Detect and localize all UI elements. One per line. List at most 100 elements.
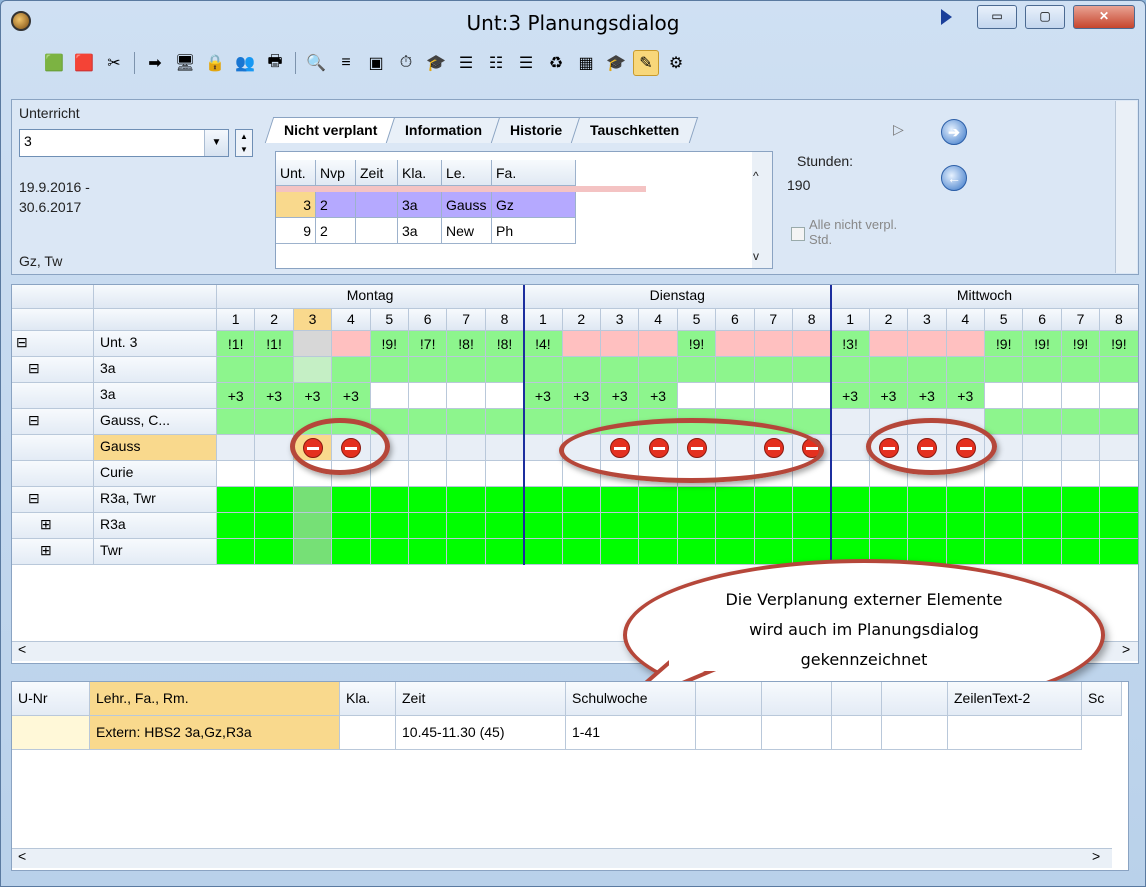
row-label-3a[interactable]: 3a [94,357,217,383]
row-label-r3a-twr[interactable]: R3a, Twr [94,487,217,513]
timetable-cell[interactable]: +3 [217,383,256,409]
timetable-cell[interactable] [524,513,563,539]
timetable-cell[interactable] [1100,383,1138,409]
timetable-cell[interactable] [524,487,563,513]
timetable-cell[interactable] [409,383,448,409]
lesson-combo[interactable]: 3 ▼ [19,129,229,157]
timetable-cell[interactable] [793,357,832,383]
timetable-cell[interactable] [793,383,832,409]
timetable-cell[interactable]: !8! [447,331,486,357]
assign-icon[interactable]: 🖥 [172,50,198,76]
timetable-cell[interactable] [1100,461,1138,487]
scroll-right-icon[interactable]: > [1092,848,1100,864]
timetable-cell[interactable] [1100,435,1138,461]
timetable-cell[interactable] [639,513,678,539]
timetable-cell[interactable] [485,409,525,435]
play-icon[interactable] [941,9,952,25]
timetable-cell[interactable] [946,539,985,565]
period-header[interactable]: 1 [831,309,870,331]
timetable-cell[interactable] [716,331,755,357]
timetable-cell[interactable]: !1! [255,331,294,357]
next-nav-icon[interactable]: ➔ [941,119,967,145]
tab-information[interactable]: Information [386,117,502,143]
timetable-cell[interactable] [293,357,333,383]
timetable-cell[interactable]: +3 [562,383,601,409]
timetable-cell[interactable] [409,461,448,487]
period-header[interactable]: 5 [985,309,1024,331]
timetable-cell[interactable] [217,487,256,513]
timetable-cell[interactable] [985,357,1024,383]
timetable-cell[interactable] [255,513,294,539]
timetable-cell[interactable] [1023,357,1062,383]
timetable-cell[interactable] [447,435,486,461]
timetable-cell[interactable]: !9! [985,331,1024,357]
timetable-cell[interactable] [985,513,1024,539]
timetable-cell[interactable] [985,383,1024,409]
timetable-cell[interactable] [601,357,640,383]
period-header[interactable]: 2 [255,309,294,331]
timetable-cell[interactable] [754,383,793,409]
timetable-cell[interactable] [562,331,601,357]
timetable-cell[interactable] [1061,383,1101,409]
period-header[interactable]: 4 [946,309,985,331]
teachers-icon[interactable]: 👥 [232,50,258,76]
timetable-cell[interactable] [754,357,793,383]
timetable-cell[interactable] [370,383,409,409]
timetable-cell[interactable] [332,539,371,565]
timetable-cell[interactable] [524,539,563,565]
row-expander-1[interactable]: ⊟ [12,357,94,383]
maximize-button[interactable]: ▢ [1025,5,1065,29]
timetable-cell[interactable]: !8! [485,331,525,357]
timetable-cell[interactable] [1061,539,1101,565]
timetable-cell[interactable] [485,357,525,383]
details-cell[interactable]: 1-41 [566,716,696,750]
period-header[interactable]: 5 [370,309,409,331]
details-cell[interactable] [696,716,762,750]
timetable-cell[interactable] [447,461,486,487]
timetable-cell[interactable] [716,487,755,513]
timetable-cell[interactable] [831,435,870,461]
timetable-cell[interactable] [524,409,563,435]
timetable-cell[interactable] [485,539,525,565]
timetable-cell[interactable] [447,409,486,435]
search-icon[interactable]: 🔍 [303,50,329,76]
class-remove-icon[interactable]: ☰ [453,50,479,76]
timetable-cell[interactable] [869,487,909,513]
period-header[interactable]: 6 [409,309,448,331]
timetable-cell[interactable] [793,331,832,357]
timetable-cell[interactable]: +3 [639,383,678,409]
period-header[interactable]: 2 [562,309,601,331]
details-cell[interactable] [762,716,832,750]
timetable-cell[interactable] [754,331,793,357]
row-expander-7[interactable]: ⊞ [12,513,94,539]
timetable-cell[interactable] [255,409,294,435]
timetable-cell[interactable] [754,539,793,565]
period-header[interactable]: 6 [1023,309,1062,331]
timetable-cell[interactable] [793,487,832,513]
row-expander-3[interactable]: ⊟ [12,409,94,435]
mini-scroll-up-icon[interactable]: ^ [753,169,759,183]
timetable-cell[interactable] [716,383,755,409]
timetable-cell[interactable] [293,487,333,513]
tab-right-arrow-icon[interactable]: ▷ [893,121,904,138]
timetable-cell[interactable] [1100,513,1138,539]
timetable-cell[interactable] [677,357,717,383]
pin-icon[interactable]: ✂ [101,50,127,76]
timetable-cell[interactable] [831,357,870,383]
timetable-cell[interactable] [908,331,947,357]
row-label-gauss-c-[interactable]: Gauss, C... [94,409,217,435]
timetable-cell[interactable] [217,513,256,539]
row-expander-8[interactable]: ⊞ [12,539,94,565]
timetable-cell[interactable] [677,383,717,409]
timetable-cell[interactable] [370,357,409,383]
period-header[interactable]: 5 [677,309,717,331]
period-header[interactable]: 8 [1100,309,1138,331]
timetable-cell[interactable] [601,513,640,539]
timetable-cell[interactable] [985,539,1024,565]
minimize-button[interactable]: ▭ [977,5,1017,29]
timetable-cell[interactable] [485,513,525,539]
print-icon[interactable]: 🖶 [262,50,288,76]
timetable-cell[interactable] [255,357,294,383]
details-cell[interactable] [340,716,396,750]
timetable-cell[interactable] [946,513,985,539]
